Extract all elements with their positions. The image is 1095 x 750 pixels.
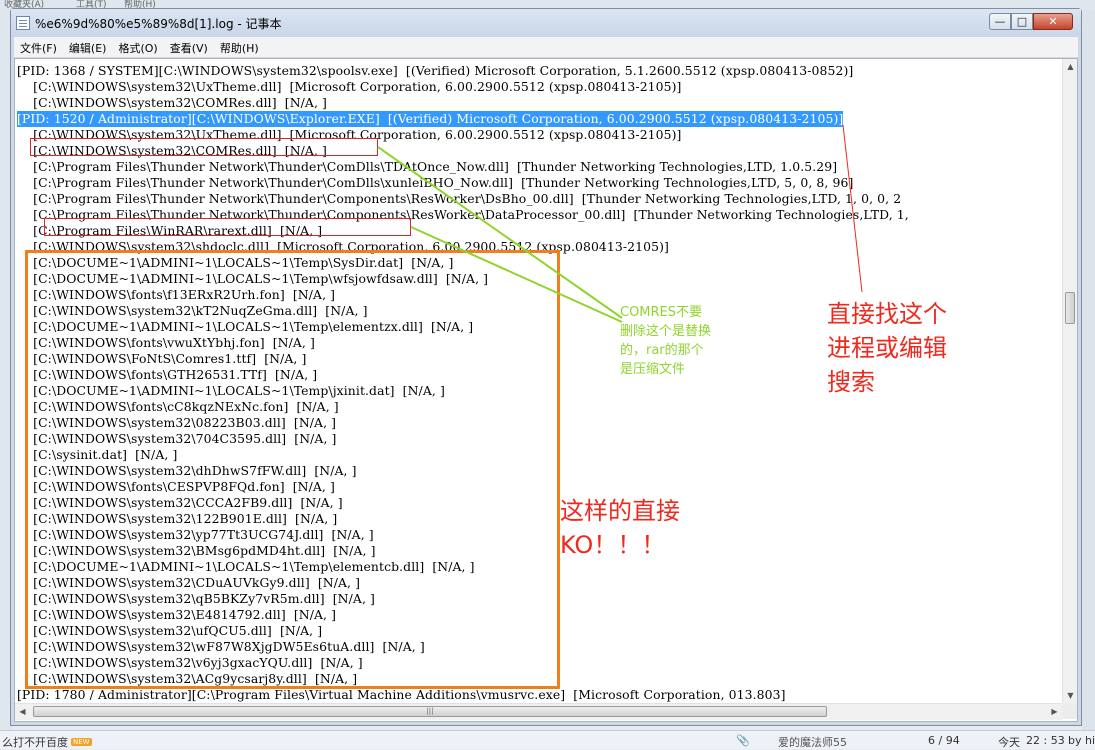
scroll-down-arrow-icon[interactable]: ▼ (1063, 688, 1077, 703)
menu-edit[interactable]: 编辑(E) (63, 37, 113, 56)
page-counter: 6 / 94 (928, 734, 960, 747)
paperclip-icon: 📎 (736, 734, 750, 747)
taskbar-left-label[interactable]: 么打不开百度 (2, 736, 68, 749)
scroll-left-arrow-icon[interactable]: ◀ (15, 704, 30, 720)
menu-help[interactable]: 帮助(H) (214, 37, 265, 56)
text-line[interactable]: [PID: 1780 / Administrator][C:\Program F… (17, 687, 786, 703)
red-highlight-comres (30, 138, 378, 156)
green-annotation-note: COMRES不要删除这个是替换的，rar的那个是压缩文件 (620, 305, 712, 377)
window-title: %e6%9d%80%e5%89%8d[1].log - 记事本 (35, 17, 282, 31)
horizontal-scrollbar[interactable]: ◀ ||| ▶ (15, 703, 1062, 720)
vertical-scroll-thumb[interactable] (1065, 292, 1075, 324)
menu-view[interactable]: 查看(V) (164, 37, 214, 56)
scrollbar-corner (1062, 703, 1077, 719)
title-bar[interactable]: %e6%9d%80%e5%89%8d[1].log - 记事本 — □ ✕ (11, 9, 1081, 37)
text-line[interactable]: [C:\Program Files\Thunder Network\Thunde… (17, 175, 853, 191)
ko-annotation-note: 这样的直接KO！！！ (560, 497, 680, 559)
red-annotation-note: 直接找这个进程或编辑搜索 (827, 300, 947, 396)
orange-highlight-malware-files (25, 250, 560, 689)
background-right-edge (1082, 10, 1095, 730)
menu-format[interactable]: 格式(O) (112, 37, 163, 56)
menu-file[interactable]: 文件(F) (14, 37, 63, 56)
scroll-right-arrow-icon[interactable]: ▶ (1047, 704, 1062, 720)
taskbar: 么打不开百度 NEW 📎 爱的魔法师55 6 / 94 今天 22 : 53 by… (0, 730, 1095, 749)
new-badge: NEW (71, 738, 92, 746)
maximize-button[interactable]: □ (1011, 13, 1033, 30)
text-line[interactable]: [C:\WINDOWS\system32\UxTheme.dll] [Micro… (17, 79, 682, 95)
text-line[interactable]: [PID: 1368 / SYSTEM][C:\WINDOWS\system32… (17, 63, 853, 79)
vertical-scrollbar[interactable]: ▲ ▼ (1062, 59, 1077, 703)
notepad-icon (16, 16, 30, 30)
by-label: by hi (1068, 734, 1095, 747)
horizontal-scroll-thumb[interactable]: ||| (33, 706, 827, 717)
text-line[interactable]: [PID: 1520 / Administrator][C:\WINDOWS\E… (17, 111, 844, 127)
text-line[interactable]: [C:\WINDOWS\system32\COMRes.dll] [N/A, ] (17, 95, 327, 111)
time-label: 22 : 53 (1026, 734, 1065, 747)
close-button[interactable]: ✕ (1033, 13, 1073, 30)
menu-bar: 文件(F) 编辑(E) 格式(O) 查看(V) 帮助(H) (14, 37, 1078, 58)
text-line[interactable]: [C:\Program Files\Thunder Network\Thunde… (17, 159, 837, 175)
scroll-up-arrow-icon[interactable]: ▲ (1063, 59, 1077, 74)
text-line[interactable]: [C:\Program Files\Thunder Network\Thunde… (17, 191, 901, 207)
minimize-button[interactable]: — (989, 13, 1011, 30)
red-highlight-rarext (44, 218, 411, 236)
